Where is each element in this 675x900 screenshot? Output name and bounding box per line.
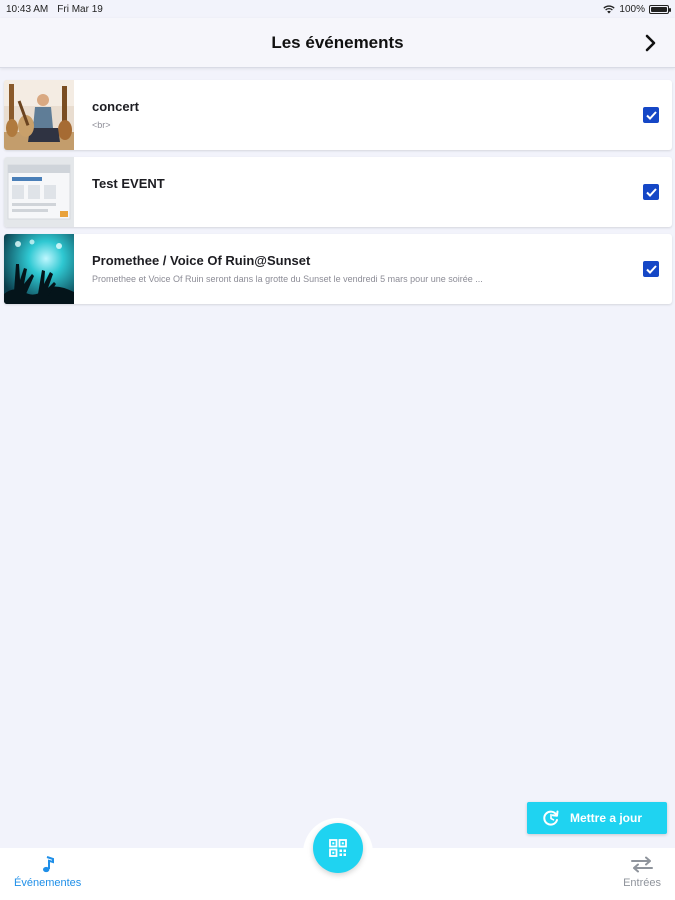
event-checkbox[interactable] <box>643 184 659 200</box>
event-description: Promethee et Voice Of Ruin seront dans l… <box>92 274 483 284</box>
checkmark-icon <box>645 264 657 274</box>
event-title: concert <box>92 99 139 114</box>
event-list: concert <br> Test EVENT Promethee / Voic… <box>4 80 672 311</box>
event-title: Promethee / Voice Of Ruin@Sunset <box>92 253 311 268</box>
status-bar: 10:43 AM Fri Mar 19 100% <box>0 0 675 18</box>
next-button[interactable] <box>639 31 663 55</box>
swap-arrows-icon <box>631 856 654 873</box>
music-note-icon <box>42 856 54 873</box>
wifi-icon <box>603 4 616 13</box>
tab-events[interactable]: Événementes <box>14 856 81 889</box>
battery-percent: 100% <box>619 3 645 15</box>
tab-entries[interactable]: Entrées <box>623 856 661 889</box>
update-button[interactable]: Mettre a jour <box>527 802 667 834</box>
concert-crowd-photo <box>4 234 74 304</box>
chevron-right-icon <box>645 34 656 52</box>
event-card[interactable]: Promethee / Voice Of Ruin@Sunset Prometh… <box>4 234 672 304</box>
event-checkbox[interactable] <box>643 261 659 277</box>
event-card[interactable]: concert <br> <box>4 80 672 150</box>
update-button-label: Mettre a jour <box>570 811 643 825</box>
status-date: Fri Mar 19 <box>57 3 103 15</box>
tab-events-label: Événementes <box>14 877 82 889</box>
qr-code-icon <box>329 839 347 857</box>
event-title: Test EVENT <box>92 176 165 191</box>
event-description: <br> <box>92 120 111 130</box>
nav-bar: Les événements <box>0 18 675 68</box>
refresh-icon <box>543 810 559 826</box>
qr-scan-button[interactable] <box>313 823 363 873</box>
guitarist-photo <box>4 80 74 150</box>
event-card[interactable]: Test EVENT <box>4 157 672 227</box>
battery-icon <box>649 4 671 14</box>
page-title: Les événements <box>271 33 404 52</box>
tab-entries-label: Entrées <box>623 877 661 889</box>
checkmark-icon <box>645 110 657 120</box>
checkmark-icon <box>645 187 657 197</box>
document-screenshot <box>4 157 74 227</box>
event-checkbox[interactable] <box>643 107 659 123</box>
status-time: 10:43 AM <box>6 3 49 15</box>
